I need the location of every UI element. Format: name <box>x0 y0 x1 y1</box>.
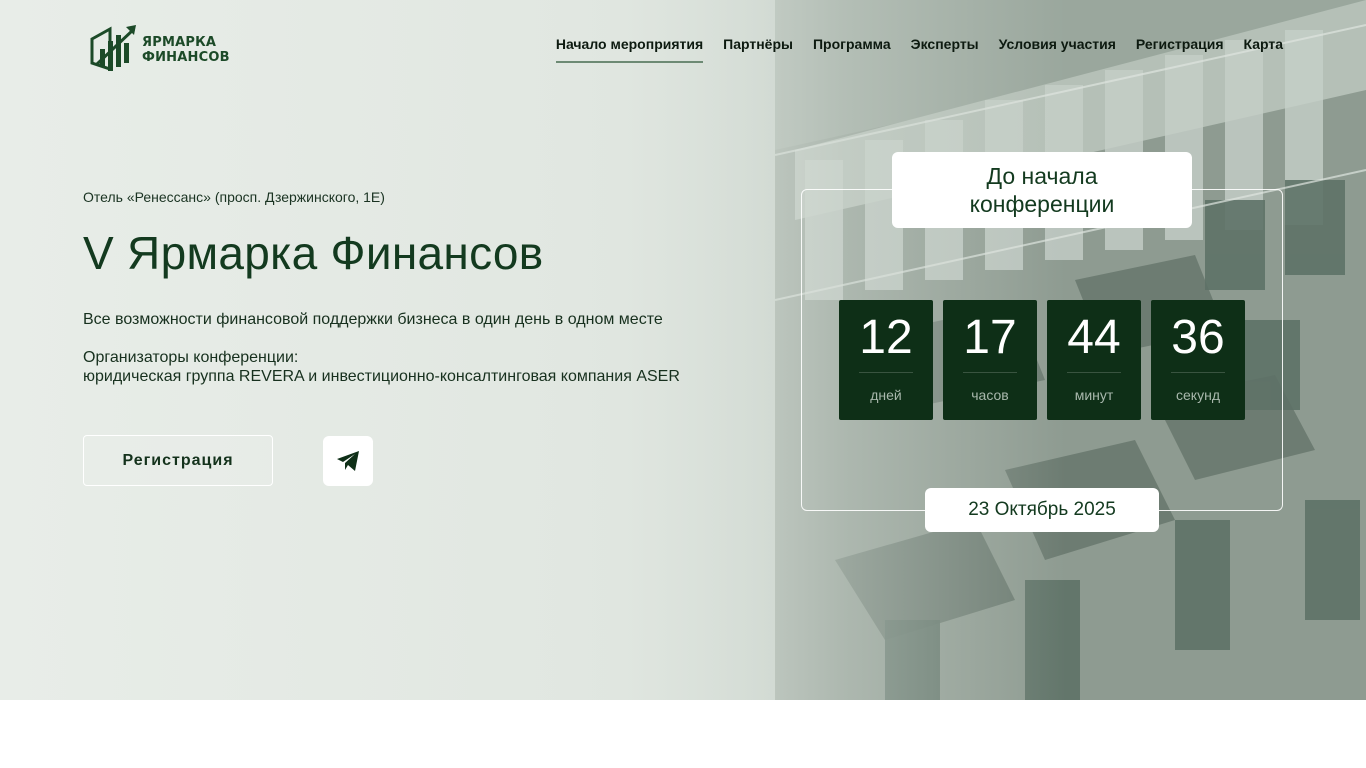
nav-item-registration[interactable]: Регистрация <box>1136 36 1224 63</box>
countdown-value: 44 <box>1067 312 1121 373</box>
page-title: V Ярмарка Финансов <box>83 227 544 279</box>
countdown-days: 12 дней <box>839 300 933 420</box>
countdown-minutes: 44 минут <box>1047 300 1141 420</box>
register-button[interactable]: Регистрация <box>83 435 273 486</box>
countdown-label: часов <box>971 387 1009 403</box>
countdown-timer: 12 дней 17 часов 44 минут 36 секунд <box>839 300 1245 420</box>
countdown-label: минут <box>1074 387 1114 403</box>
countdown-value: 36 <box>1171 312 1225 373</box>
nav-item-map[interactable]: Карта <box>1243 36 1283 63</box>
logo-line-1: ЯРМАРКА <box>142 35 217 50</box>
hero-description: Все возможности финансовой поддержки биз… <box>83 311 663 328</box>
nav-item-program[interactable]: Программа <box>813 36 891 63</box>
event-date: 23 Октябрь 2025 <box>925 488 1159 532</box>
nav-item-partners[interactable]: Партнёры <box>723 36 793 63</box>
telegram-button[interactable] <box>323 436 373 486</box>
telegram-icon <box>337 451 359 471</box>
organizers-label: Организаторы конференции: <box>83 349 299 366</box>
countdown-label: дней <box>870 387 902 403</box>
countdown-value: 12 <box>859 312 913 373</box>
hero-section: ЯРМАРКА ФИНАНСОВ Начало мероприятия Парт… <box>0 0 1366 700</box>
nav-item-conditions[interactable]: Условия участия <box>999 36 1116 63</box>
countdown-label: секунд <box>1176 387 1220 403</box>
main-nav: Начало мероприятия Партнёры Программа Эк… <box>555 36 1283 63</box>
nav-item-start[interactable]: Начало мероприятия <box>555 36 704 63</box>
countdown-seconds: 36 секунд <box>1151 300 1245 420</box>
countdown-value: 17 <box>963 312 1017 373</box>
venue-text: Отель «Ренессанс» (просп. Дзержинского, … <box>83 189 385 205</box>
organizers-block: Организаторы конференции: юридическая гр… <box>83 348 680 386</box>
countdown-hours: 17 часов <box>943 300 1037 420</box>
countdown-heading: До начала конференции <box>892 152 1192 228</box>
nav-item-experts[interactable]: Эксперты <box>911 36 979 63</box>
logo-line-2: ФИНАНСОВ <box>142 50 230 65</box>
organizers-text: юридическая группа REVERA и инвестиционн… <box>83 368 680 385</box>
logo-chart-icon <box>90 25 136 72</box>
logo-text: ЯРМАРКА ФИНАНСОВ <box>142 35 230 65</box>
logo[interactable]: ЯРМАРКА ФИНАНСОВ <box>90 24 240 76</box>
